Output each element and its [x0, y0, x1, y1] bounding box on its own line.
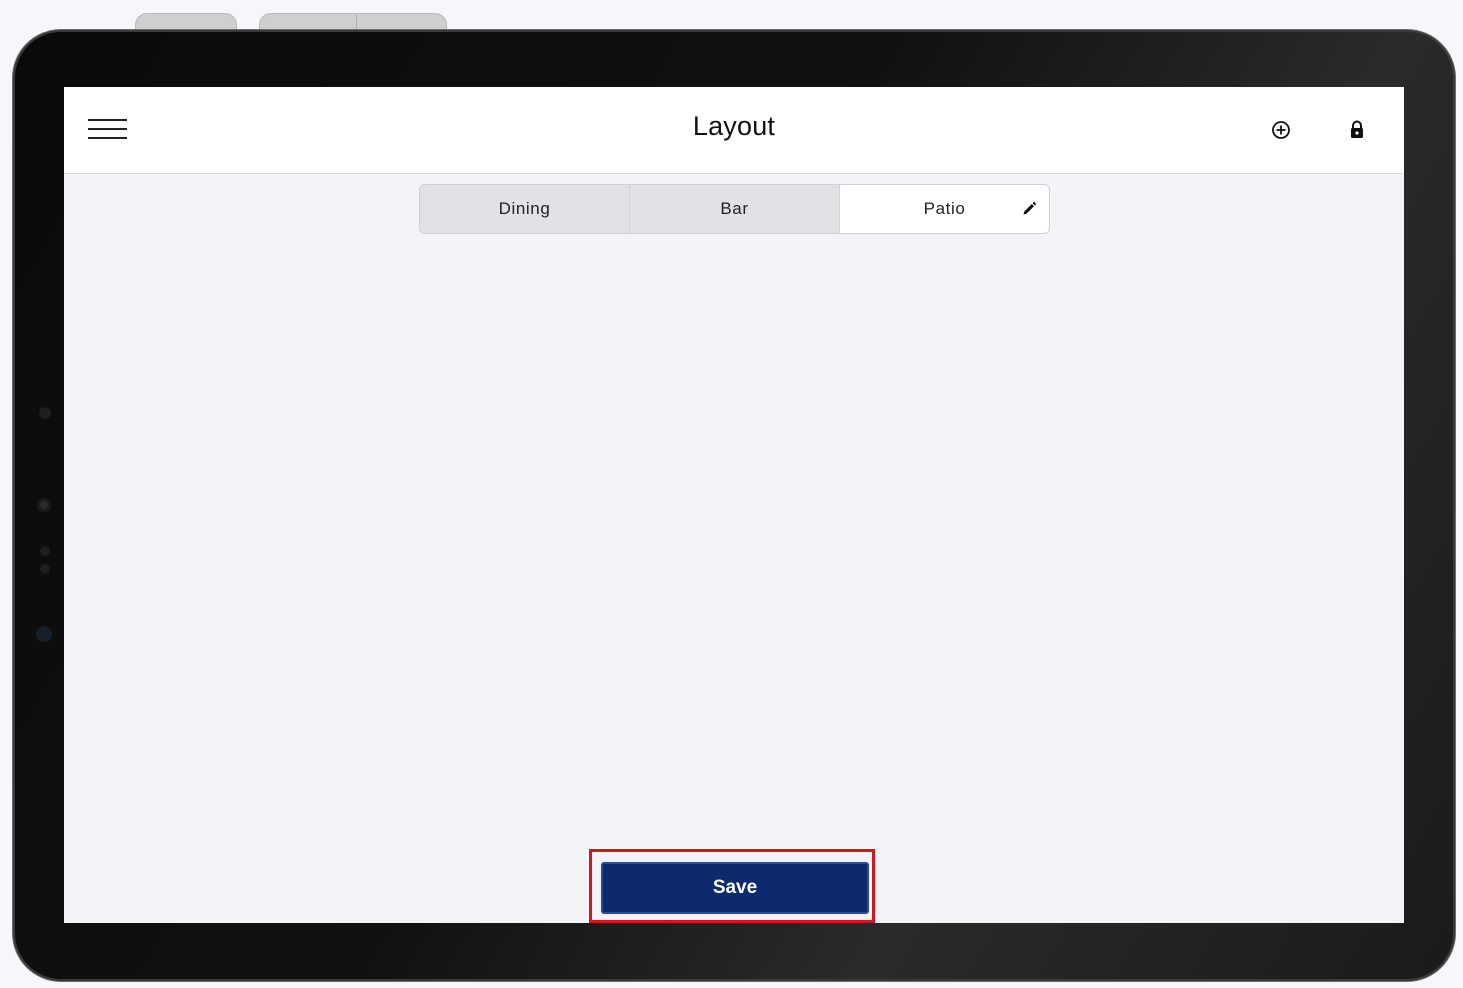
- area-tabs: Dining Bar Patio: [419, 184, 1050, 234]
- tab-label: Bar: [720, 199, 749, 218]
- tab-dining[interactable]: Dining: [420, 185, 630, 233]
- ambient-sensor: [36, 626, 52, 642]
- add-circle-icon[interactable]: [1268, 117, 1294, 143]
- sensor-dot: [40, 564, 50, 574]
- tab-patio[interactable]: Patio: [840, 185, 1049, 233]
- top-app-bar: Layout: [64, 87, 1404, 174]
- tab-label: Patio: [923, 199, 966, 218]
- tab-bar[interactable]: Bar: [630, 185, 840, 233]
- save-button[interactable]: Save: [601, 862, 869, 914]
- front-camera: [37, 498, 51, 512]
- page-title: Layout: [692, 111, 776, 141]
- lock-icon[interactable]: [1344, 117, 1370, 143]
- sensor-dot: [39, 407, 51, 419]
- tab-label: Dining: [498, 199, 551, 218]
- edit-pencil-icon[interactable]: [1021, 201, 1037, 217]
- device-mockup: Layout Dining Bar Patio Save: [0, 0, 1463, 988]
- sensor-dot: [40, 546, 50, 556]
- app-screen: Layout Dining Bar Patio Save: [64, 87, 1404, 923]
